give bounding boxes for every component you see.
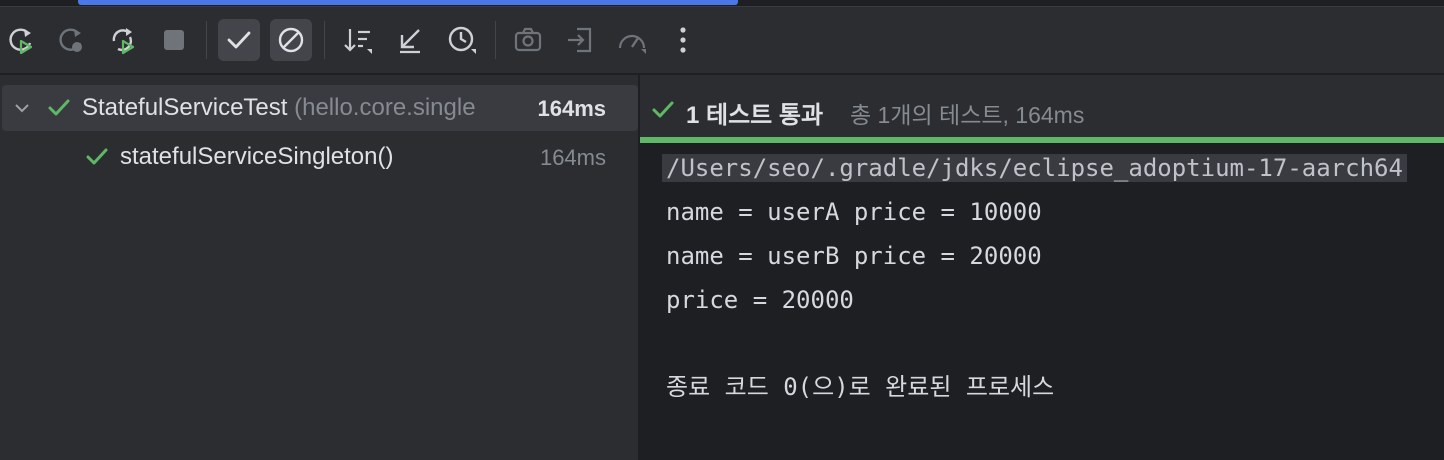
history-icon (448, 26, 476, 54)
chevron-down-icon[interactable] (12, 98, 32, 118)
sort-alphabetically-button[interactable] (337, 19, 379, 61)
test-class-duration: 164ms (537, 96, 606, 121)
rerun-icon (9, 28, 33, 55)
test-result-bar (640, 137, 1444, 143)
toggle-auto-test-button[interactable] (102, 19, 144, 61)
more-button[interactable] (662, 19, 704, 61)
auto-rerun-icon (112, 28, 135, 55)
toolbar-separator (206, 21, 207, 59)
import-tests-button[interactable] (559, 19, 601, 61)
camera-icon (514, 27, 542, 52)
test-tree-child-row[interactable]: statefulServiceSingleton() 164ms (2, 134, 638, 180)
test-method-duration: 164ms (539, 145, 606, 170)
test-status-bar: 1 테스트 통과 총 1개의 테스트, 164ms (640, 75, 1444, 137)
rerun-button[interactable] (0, 19, 42, 61)
test-passed-icon (48, 99, 70, 116)
test-class-name: StatefulServiceTest (hello.core.single (82, 94, 476, 121)
console-line: name = userA price = 10000 (666, 198, 1042, 226)
toolbar-separator (495, 21, 496, 59)
coverage-button[interactable] (611, 19, 653, 61)
import-icon (568, 27, 592, 53)
test-history-button[interactable] (441, 19, 483, 61)
stop-button[interactable] (153, 19, 195, 61)
ignored-icon (278, 27, 304, 53)
rerun-failed-icon (59, 28, 82, 52)
test-progress-bar (78, 0, 738, 5)
test-passed-icon (652, 101, 674, 118)
console-line: price = 20000 (666, 286, 854, 314)
test-package: (hello.core.single (294, 94, 476, 121)
test-tree-panel: StatefulServiceTest (hello.core.single 1… (0, 75, 638, 460)
console-line: 종료 코드 0(으)로 완료된 프로세스 (666, 373, 1055, 401)
console-command-line[interactable]: /Users/seo/.gradle/jdks/eclipse_adoptium… (662, 154, 1407, 182)
rerun-failed-button[interactable] (50, 19, 92, 61)
test-tree-root-row[interactable]: StatefulServiceTest (hello.core.single 1… (2, 85, 638, 131)
stop-icon (164, 30, 184, 50)
show-passed-toggle[interactable] (218, 19, 260, 61)
sort-by-duration-button[interactable] (389, 19, 431, 61)
tests-passed-label: 1 테스트 통과 (686, 102, 824, 129)
test-output-panel: 1 테스트 통과 총 1개의 테스트, 164ms /Users/seo/.gr… (640, 75, 1444, 460)
test-runner-toolbar (0, 7, 1444, 74)
toolbar-separator (324, 21, 325, 59)
show-ignored-toggle[interactable] (270, 19, 312, 61)
collapse-icon (400, 29, 420, 54)
more-vertical-icon (680, 27, 686, 53)
gauge-icon (618, 34, 646, 54)
tests-summary: 총 1개의 테스트, 164ms (850, 102, 1085, 128)
check-icon (227, 31, 251, 49)
console-line: name = userB price = 20000 (666, 242, 1042, 270)
sort-alpha-icon (344, 29, 372, 54)
screenshot-button[interactable] (507, 19, 549, 61)
test-method-name: statefulServiceSingleton() (120, 143, 394, 170)
test-passed-icon (86, 148, 108, 165)
